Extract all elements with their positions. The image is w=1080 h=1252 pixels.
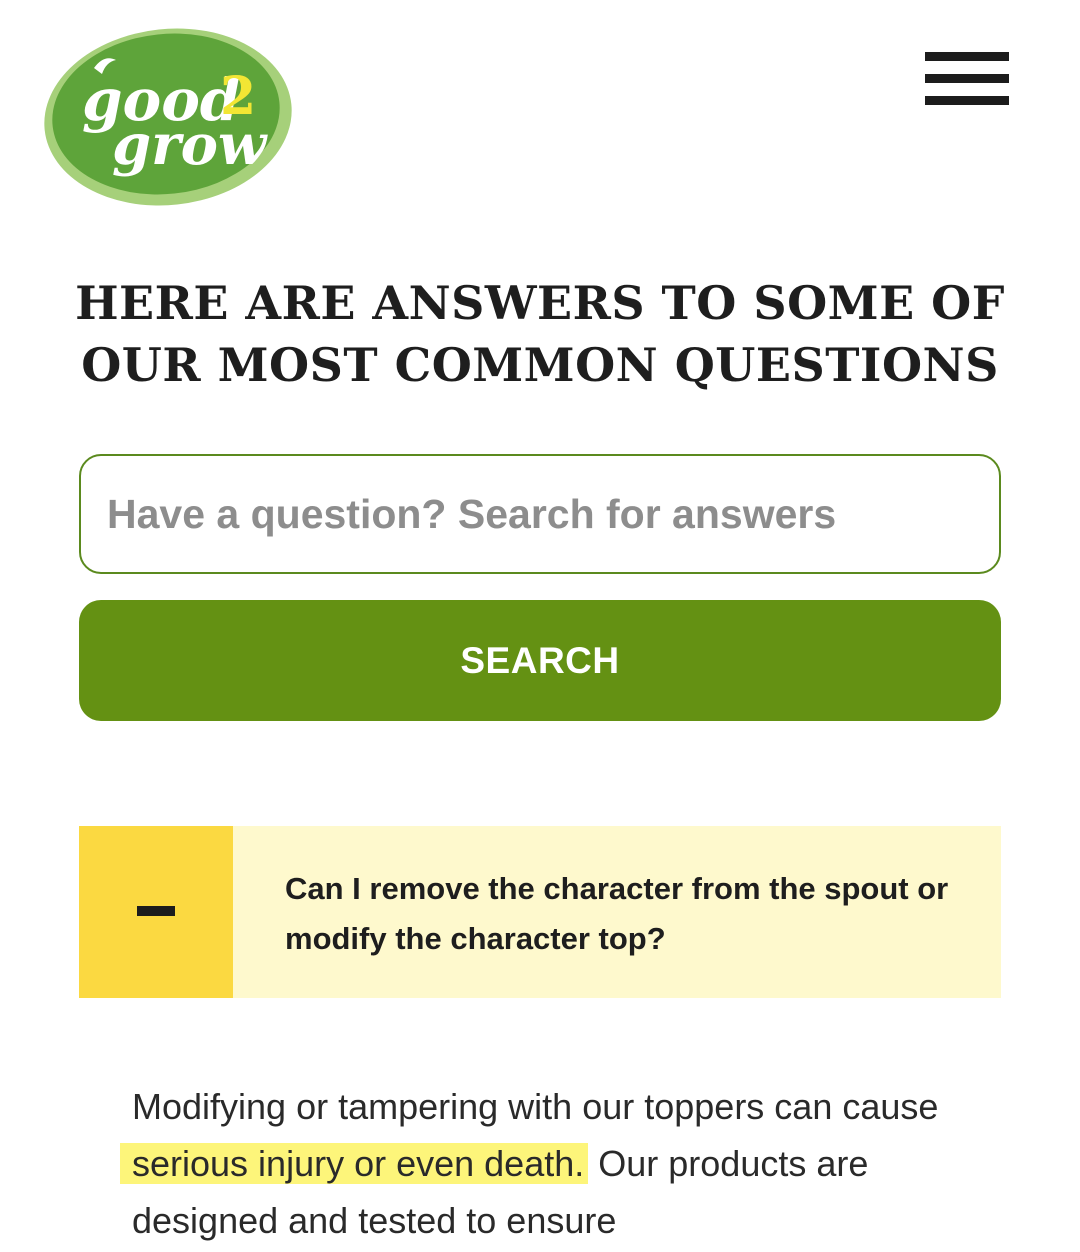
minus-icon	[137, 906, 175, 916]
menu-bar-bottom	[925, 96, 1009, 105]
hamburger-menu-icon[interactable]	[922, 48, 1012, 108]
menu-bar-top	[925, 52, 1009, 61]
menu-bar-middle	[925, 74, 1009, 83]
answer-highlight: serious injury or even death.	[120, 1143, 589, 1184]
faq-page: good 2 grow HERE ARE ANSWERS TO SOME OF …	[0, 0, 1080, 1252]
good2grow-logo[interactable]: good 2 grow	[42, 22, 298, 208]
faq-item: Can I remove the character from the spou…	[79, 826, 1001, 998]
search-button[interactable]: SEARCH	[79, 600, 1001, 721]
faq-answer: Modifying or tampering with our toppers …	[120, 1078, 962, 1249]
page-title: HERE ARE ANSWERS TO SOME OF OUR MOST COM…	[75, 276, 1005, 392]
answer-text-start: Modifying or tampering with our toppers …	[132, 1086, 939, 1127]
faq-collapse-button[interactable]	[79, 826, 233, 998]
logo-word-grow: grow	[112, 112, 268, 178]
search-input[interactable]	[79, 454, 1001, 574]
logo-graphic: good 2 grow	[44, 28, 292, 206]
faq-question[interactable]: Can I remove the character from the spou…	[285, 864, 965, 964]
